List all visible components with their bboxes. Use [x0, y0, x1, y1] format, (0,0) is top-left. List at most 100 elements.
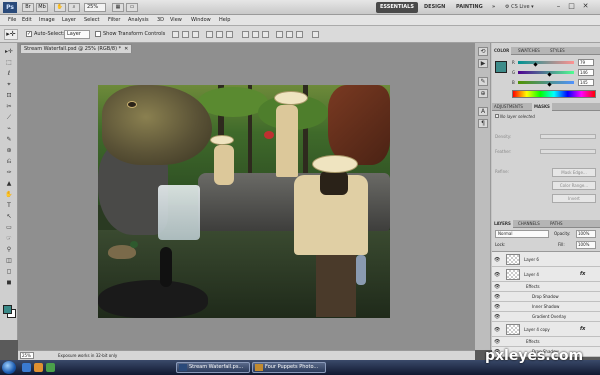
distribute-hcenter-icon[interactable]	[286, 31, 293, 38]
tab-layers[interactable]: LAYERS	[492, 220, 513, 228]
mask-edge-button[interactable]: Mask Edge...	[552, 168, 596, 177]
zoom-tool-icon[interactable]: ⚲	[3, 245, 15, 254]
zoom-level-select[interactable]: 25%	[84, 3, 106, 12]
align-bottom-icon[interactable]	[192, 31, 199, 38]
maximize-button[interactable]: □	[566, 1, 577, 12]
lasso-tool-icon[interactable]: ℓ	[3, 69, 15, 78]
menu-view[interactable]: View	[170, 16, 182, 25]
eye-icon[interactable]: 👁	[494, 327, 500, 333]
workspace-more-button[interactable]: »	[488, 2, 499, 13]
opacity-field[interactable]: 100%	[576, 230, 596, 238]
show-desktop-icon[interactable]	[22, 363, 31, 372]
workspace-design[interactable]: DESIGN	[420, 2, 449, 13]
eyedropper-tool-icon[interactable]: ⟋	[3, 113, 15, 122]
auto-select-checkbox[interactable]: ✓	[26, 31, 32, 37]
tab-channels[interactable]: CHANNELS	[516, 220, 542, 228]
menu-image[interactable]: Image	[39, 16, 55, 25]
align-vcenter-icon[interactable]	[182, 31, 189, 38]
3d-rotate-tool-icon[interactable]: ◫	[3, 256, 15, 265]
eye-icon[interactable]: 👁	[494, 294, 500, 300]
bridge-icon[interactable]: Br	[22, 3, 34, 12]
close-button[interactable]: ✕	[580, 1, 591, 12]
hand-tool-icon[interactable]: ✋	[54, 3, 66, 12]
effects-row[interactable]: 👁 Effects	[492, 337, 600, 347]
screen-mode-icon[interactable]: ▭	[126, 3, 138, 12]
distribute-right-icon[interactable]	[296, 31, 303, 38]
quicklaunch-app-icon[interactable]	[46, 363, 55, 372]
slider-knob[interactable]	[533, 62, 538, 67]
history-icon[interactable]: ⟲	[478, 47, 488, 56]
screen-mode-icon[interactable]: ◼	[3, 278, 15, 287]
path-selection-tool-icon[interactable]: ↖	[3, 212, 15, 221]
effect-row[interactable]: 👁 Gradient Overlay	[492, 312, 600, 322]
taskbar-photo-button[interactable]: Four Puppets Photo...	[252, 362, 326, 373]
menu-filter[interactable]: Filter	[108, 16, 120, 25]
slice-tool-icon[interactable]: ✂	[3, 102, 15, 111]
align-hcenter-icon[interactable]	[216, 31, 223, 38]
align-top-icon[interactable]	[172, 31, 179, 38]
color-panel-swatch[interactable]	[495, 61, 507, 73]
fill-field[interactable]: 100%	[576, 241, 596, 249]
eye-icon[interactable]: 👁	[494, 314, 500, 320]
pen-tool-icon[interactable]: ☞	[3, 234, 15, 243]
clone-stamp-tool-icon[interactable]: ⊛	[3, 146, 15, 155]
tab-swatches[interactable]: SWATCHES	[516, 47, 542, 55]
eye-icon[interactable]: 👁	[494, 339, 500, 345]
feather-field[interactable]	[540, 149, 596, 154]
slider-track[interactable]	[518, 71, 574, 74]
marquee-tool-icon[interactable]: ⬚	[3, 58, 15, 67]
color-ramp[interactable]	[512, 90, 596, 98]
slider-track[interactable]	[518, 81, 574, 84]
effect-row[interactable]: 👁 Inner Shadow	[492, 302, 600, 312]
menu-analysis[interactable]: Analysis	[128, 16, 149, 25]
layer-row[interactable]: 👁 Layer 4 copy fx	[492, 322, 600, 337]
eye-icon[interactable]: 👁	[494, 304, 500, 310]
clone-source-icon[interactable]: ⊕	[478, 89, 488, 98]
tab-paths[interactable]: PATHS	[548, 220, 565, 228]
menu-layer[interactable]: Layer	[62, 16, 76, 25]
slider-value-field[interactable]: 145	[578, 79, 594, 86]
menu-help[interactable]: Help	[219, 16, 230, 25]
taskbar-photoshop-button[interactable]: Stream Waterfall.ps...	[176, 362, 250, 373]
fx-icon[interactable]: fx	[580, 322, 585, 337]
gradient-tool-icon[interactable]: ▲	[3, 179, 15, 188]
document-tab[interactable]: Stream Waterfall.psd @ 25% (RGB/8) * ✕	[20, 44, 133, 53]
zoom-tool-icon[interactable]: ⌕	[68, 3, 80, 12]
eraser-tool-icon[interactable]: ✑	[3, 168, 15, 177]
tab-color[interactable]: COLOR	[492, 47, 512, 55]
eye-icon[interactable]: 👁	[494, 257, 500, 263]
brush-tool-icon[interactable]: ✎	[3, 135, 15, 144]
type-tool-icon[interactable]: T	[3, 201, 15, 210]
actions-icon[interactable]: ▶	[478, 59, 488, 68]
quicklaunch-browser-icon[interactable]	[34, 363, 43, 372]
slider-value-field[interactable]: 79	[578, 59, 594, 66]
align-left-icon[interactable]	[206, 31, 213, 38]
quick-mask-icon[interactable]: ◻	[3, 267, 15, 276]
layer-row[interactable]: 👁 Layer 6	[492, 252, 600, 267]
menu-3d[interactable]: 3D	[157, 16, 164, 25]
distribute-top-icon[interactable]	[242, 31, 249, 38]
minibridge-icon[interactable]: Mb	[36, 3, 48, 12]
arrange-documents-icon[interactable]: ▦	[112, 3, 124, 12]
menu-edit[interactable]: Edit	[22, 16, 32, 25]
auto-select-dropdown[interactable]: Layer	[64, 30, 90, 39]
layer-row[interactable]: 👁 Layer 4 fx	[492, 267, 600, 282]
effects-row[interactable]: 👁 Effects	[492, 282, 600, 292]
blur-tool-icon[interactable]: ✋	[3, 190, 15, 199]
move-tool-preset-icon[interactable]: ▸✛	[4, 29, 18, 40]
fx-icon[interactable]: fx	[580, 267, 585, 282]
character-icon[interactable]: A	[478, 107, 488, 116]
menu-window[interactable]: Window	[191, 16, 211, 25]
blend-mode-select[interactable]: Normal	[495, 230, 549, 238]
tab-masks[interactable]: MASKS	[532, 103, 552, 111]
move-tool-icon[interactable]: ▸✛	[3, 47, 15, 56]
auto-align-icon[interactable]	[312, 31, 319, 38]
show-transform-checkbox[interactable]	[95, 31, 101, 37]
distribute-vcenter-icon[interactable]	[252, 31, 259, 38]
workspace-essentials[interactable]: ESSENTIALS	[376, 2, 418, 13]
invert-button[interactable]: Invert	[552, 194, 596, 203]
start-button[interactable]	[2, 361, 16, 374]
menu-select[interactable]: Select	[84, 16, 99, 25]
workspace-painting[interactable]: PAINTING	[452, 2, 487, 13]
status-zoom-field[interactable]: 25%	[20, 352, 34, 359]
